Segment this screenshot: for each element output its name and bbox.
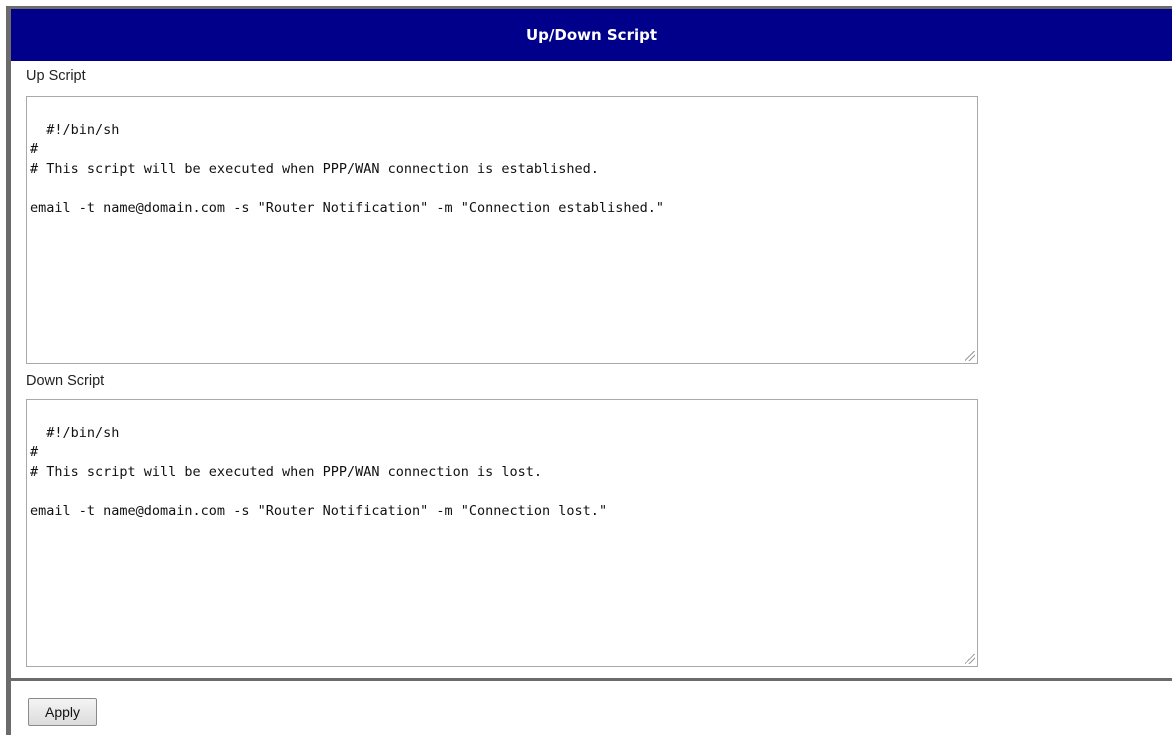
left-frame-rule (6, 6, 11, 735)
resize-grip-icon[interactable] (965, 654, 975, 664)
resize-grip-icon[interactable] (965, 351, 975, 361)
up-script-label: Up Script (26, 68, 86, 84)
footer-divider (11, 678, 1172, 681)
down-script-label: Down Script (26, 373, 105, 389)
panel-title: Up/Down Script (525, 26, 658, 44)
panel-header: Up/Down Script (11, 9, 1172, 61)
up-script-textarea[interactable]: #!/bin/sh # # This script will be execut… (26, 96, 978, 364)
down-script-content: #!/bin/sh # # This script will be execut… (30, 424, 608, 519)
up-script-content: #!/bin/sh # # This script will be execut… (30, 121, 664, 216)
apply-button[interactable]: Apply (28, 698, 97, 726)
down-script-textarea[interactable]: #!/bin/sh # # This script will be execut… (26, 399, 978, 667)
